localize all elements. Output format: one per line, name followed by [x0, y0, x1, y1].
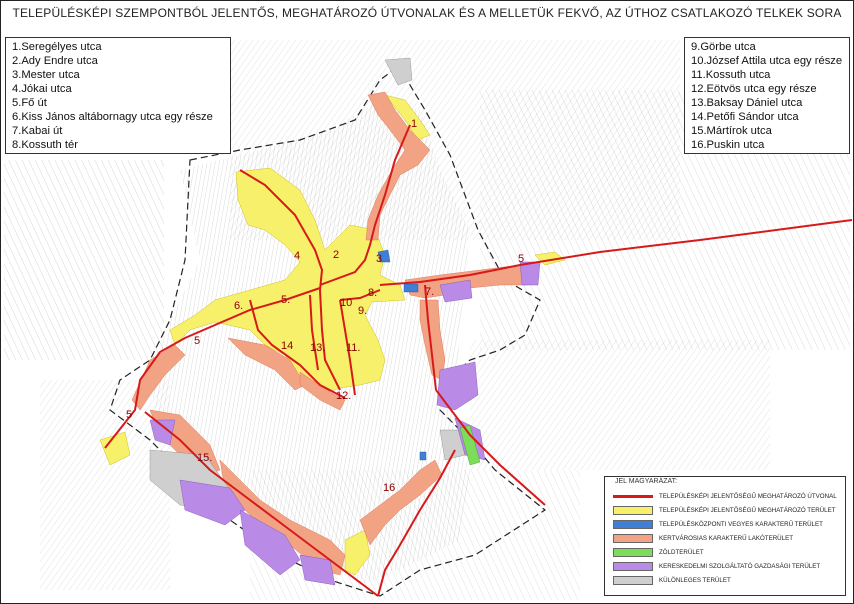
map-label-5d: 5.	[281, 294, 290, 306]
map-label-4: 4	[294, 250, 300, 262]
street-item: 4.Jókai utca	[12, 83, 72, 95]
map-label-16: 16	[383, 482, 395, 494]
street-item: 12.Eötvös utca egy része	[691, 83, 817, 95]
street-item: 14.Petőfi Sándor utca	[691, 111, 799, 123]
street-list-left: 1.Seregélyes utca 2.Ady Endre utca 3.Mes…	[5, 37, 231, 154]
legend-swatch-salmon	[613, 534, 653, 543]
legend-swatch-blue	[613, 520, 653, 529]
legend-label: KERESKEDELMI SZOLGÁLTATÓ GAZDASÁGI TERÜL…	[659, 563, 821, 570]
street-item: 13.Baksay Dániel utca	[691, 97, 803, 109]
legend-item-green: ZÖLDTERÜLET	[613, 547, 841, 558]
legend-label: TELEPÜLÉSKÉPI JELENTŐSÉGŰ MEGHATÁROZÓ TE…	[659, 507, 836, 514]
map-label-12: 12.	[336, 390, 351, 402]
legend-swatch-green	[613, 548, 653, 557]
legend-item-route: TELEPÜLÉSKÉPI JELENTŐSÉGŰ MEGHATÁROZÓ ÚT…	[613, 491, 841, 502]
map-label-7: 7.	[425, 286, 434, 298]
map-title: TELEPÜLÉSKÉPI SZEMPONTBÓL JELENTŐS, MEGH…	[12, 6, 842, 20]
map-label-15: 15.	[197, 452, 212, 464]
legend-label: ZÖLDTERÜLET	[659, 549, 704, 556]
legend-item-blue: TELEPÜLÉSKÖZPONTI VEGYES KARAKTERŰ TERÜL…	[613, 519, 841, 530]
map-label-1: 1	[411, 118, 417, 130]
map-label-8: 8.	[368, 287, 377, 299]
street-item: 5.Fő út	[12, 97, 47, 109]
map-label-11: 11.	[346, 342, 360, 354]
street-item: 1.Seregélyes utca	[12, 41, 102, 53]
street-item: 16.Puskin utca	[691, 139, 765, 151]
map-label-5b: 5	[194, 335, 200, 347]
map-label-2: 2	[333, 249, 339, 261]
street-item: 7.Kabai út	[12, 125, 63, 137]
legend-swatch-purple	[613, 562, 653, 571]
legend-swatch-yellow	[613, 506, 653, 515]
legend-label: TELEPÜLÉSKÉPI JELENTŐSÉGŰ MEGHATÁROZÓ ÚT…	[659, 493, 837, 500]
street-item: 3.Mester utca	[12, 69, 80, 81]
map-label-13: 13.	[310, 342, 325, 354]
legend-title: JEL MAGYARÁZAT:	[615, 478, 678, 485]
legend-item-yellow: TELEPÜLÉSKÉPI JELENTŐSÉGŰ MEGHATÁROZÓ TE…	[613, 505, 841, 516]
street-item: 2.Ady Endre utca	[12, 55, 98, 67]
street-item: 6.Kiss János altábornagy utca egy része	[12, 111, 213, 123]
legend-label: KERTVÁROSIAS KARAKTERŰ LAKÓTERÜLET	[659, 535, 793, 542]
street-item: 8.Kossuth tér	[12, 139, 78, 151]
legend-swatch-grey	[613, 576, 653, 585]
legend-item-purple: KERESKEDELMI SZOLGÁLTATÓ GAZDASÁGI TERÜL…	[613, 561, 841, 572]
map-label-14: 14	[281, 340, 293, 352]
street-item: 10.József Attila utca egy része	[691, 55, 843, 67]
legend-label: TELEPÜLÉSKÖZPONTI VEGYES KARAKTERŰ TERÜL…	[659, 521, 823, 528]
legend-item-salmon: KERTVÁROSIAS KARAKTERŰ LAKÓTERÜLET	[613, 533, 841, 544]
map-label-3: 3	[376, 253, 382, 265]
map-legend: JEL MAGYARÁZAT: TELEPÜLÉSKÉPI JELENTŐSÉG…	[604, 476, 846, 596]
street-item: 9.Görbe utca	[691, 41, 756, 53]
map-label-5c: 5	[126, 409, 132, 421]
map-label-10: 10	[340, 297, 352, 309]
street-list-right: 9.Görbe utca 10.József Attila utca egy r…	[684, 37, 850, 154]
legend-item-grey: KÜLÖNLEGES TERÜLET	[613, 575, 841, 586]
legend-label: KÜLÖNLEGES TERÜLET	[659, 577, 731, 584]
map-label-9: 9.	[358, 305, 367, 317]
street-item: 15.Mártírok utca	[691, 125, 772, 137]
legend-swatch-route	[613, 495, 653, 498]
map-label-6: 6.	[234, 300, 243, 312]
map-label-5a: 5	[518, 253, 524, 265]
street-item: 11.Kossuth utca	[691, 69, 771, 81]
